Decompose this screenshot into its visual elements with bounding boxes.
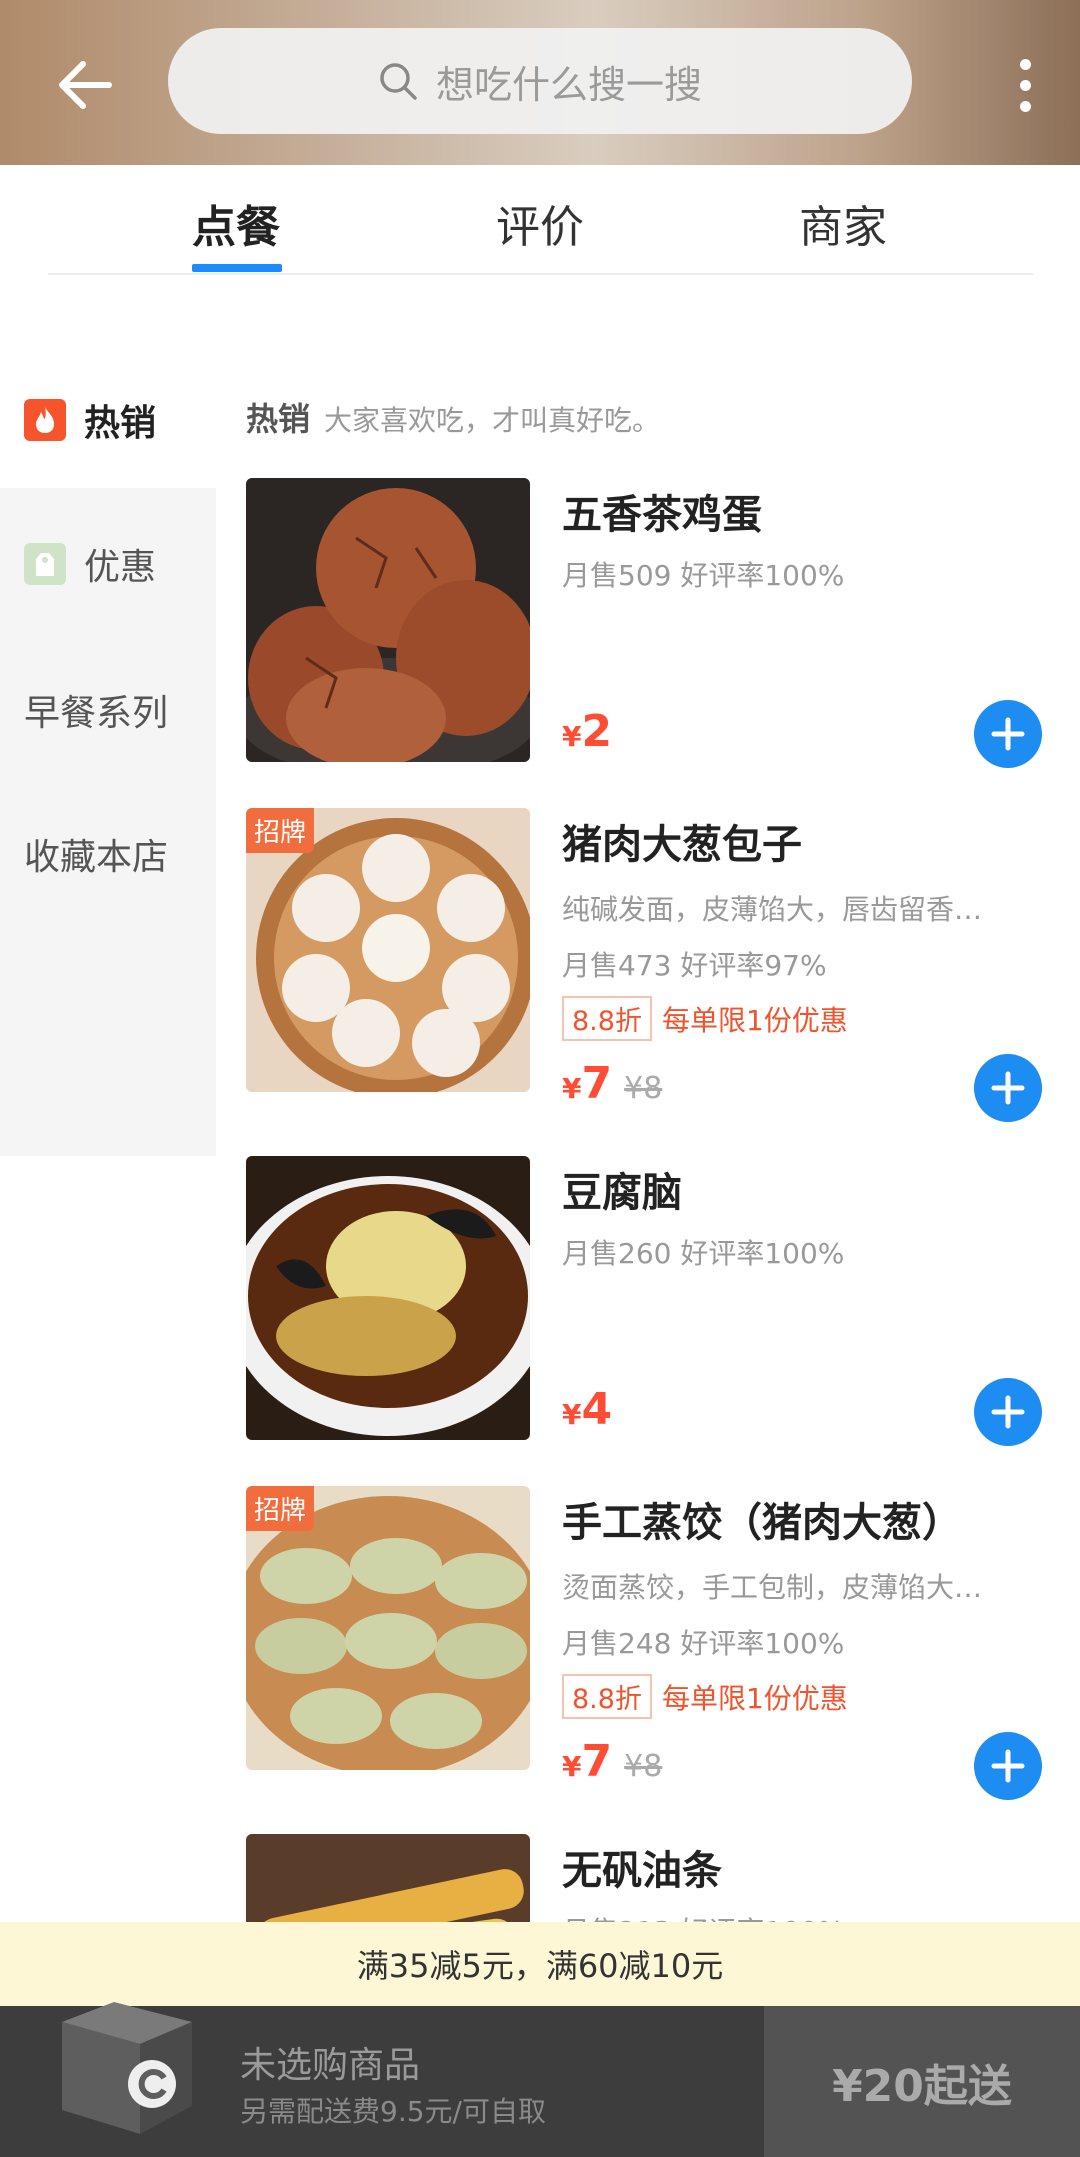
item-description: 烫面蒸饺，手工包制，皮薄馅大…: [562, 1571, 983, 1604]
tea-egg-image: [246, 478, 530, 762]
item-name: 五香茶鸡蛋: [562, 492, 762, 538]
plus-icon: [991, 1071, 1025, 1105]
promo-text: 每单限1份优惠: [661, 1681, 848, 1715]
promo-text: 每单限1份优惠: [661, 1003, 848, 1037]
item-stats: 月售473 好评率97%: [562, 949, 827, 982]
more-dot-icon: [1019, 79, 1031, 91]
sidebar-item-favorite[interactable]: 收藏本店: [24, 828, 168, 880]
add-to-cart-button[interactable]: [974, 1378, 1042, 1446]
discount-badge: 8.8折: [562, 996, 652, 1041]
add-to-cart-button[interactable]: [974, 1054, 1042, 1122]
plus-icon: [991, 717, 1025, 751]
delivery-fee: 另需配送费9.5元/可自取: [240, 2095, 546, 2128]
cart-status: 未选购商品: [240, 2045, 421, 2086]
fried-dough-image: [246, 1834, 530, 1922]
section-title: 热销: [246, 400, 311, 438]
section-description: 大家喜欢吃，才叫真好吃。: [324, 404, 661, 437]
item-promo: 8.8折 每单限1份优惠: [562, 996, 848, 1041]
back-button[interactable]: [40, 40, 130, 130]
cart-bar: 未选购商品 另需配送费9.5元/可自取 ¥20起送: [0, 2002, 1080, 2157]
current-price: ¥4: [562, 1384, 613, 1435]
fire-icon: [24, 399, 66, 441]
tab-reviews[interactable]: 评价: [496, 191, 584, 255]
item-promo: 8.8折 每单限1份优惠: [562, 1674, 848, 1719]
menu-item[interactable]: 五香茶鸡蛋 月售509 好评率100% ¥2: [246, 478, 1046, 768]
search-icon: [380, 63, 417, 100]
sidebar-item-label: 热销: [84, 403, 157, 444]
signature-badge: 招牌: [246, 1486, 315, 1531]
discount-badge: 8.8折: [562, 1674, 652, 1719]
tab-bar: 点餐 评价 商家: [0, 165, 1080, 275]
steamed-dumpling-image: 招牌: [246, 1486, 530, 1770]
current-price: ¥7: [562, 1736, 613, 1787]
item-name: 无矾油条: [562, 1848, 722, 1894]
search-placeholder: 想吃什么搜一搜: [435, 62, 702, 107]
tab-order[interactable]: 点餐: [192, 191, 280, 255]
divider: [48, 273, 1033, 275]
sidebar-item-label: 收藏本店: [24, 837, 169, 878]
item-description: 纯碱发面，皮薄馅大，唇齿留香…: [562, 893, 983, 926]
menu-item[interactable]: 招牌 手工蒸饺（猪肉大葱） 烫面蒸饺，手工包制，皮薄馅大… 月售248 好评率1…: [246, 1486, 1046, 1800]
plus-icon: [991, 1395, 1025, 1429]
item-stats: 月售260 好评率100%: [562, 1237, 845, 1270]
more-dot-icon: [1019, 100, 1031, 112]
active-tab-indicator: [192, 264, 282, 272]
current-price: ¥7: [562, 1058, 613, 1109]
steamed-bun-image: 招牌: [246, 808, 530, 1092]
original-price: ¥8: [624, 1071, 663, 1106]
sidebar-item-discount[interactable]: 优惠: [24, 538, 156, 590]
item-price: ¥4: [562, 1384, 612, 1435]
section-header: 热销 大家喜欢吃，才叫真好吃。: [246, 394, 660, 440]
tag-icon: [24, 543, 66, 585]
item-price: ¥2: [562, 706, 612, 757]
menu-item[interactable]: 招牌 猪肉大葱包子 纯碱发面，皮薄馅大，唇齿留香… 月售473 好评率97% 8…: [246, 808, 1046, 1122]
current-price: ¥2: [562, 706, 613, 757]
item-name: 猪肉大葱包子: [562, 822, 802, 868]
back-arrow-icon: [59, 61, 112, 109]
item-name: 豆腐脑: [562, 1170, 682, 1216]
sidebar-item-breakfast[interactable]: 早餐系列: [24, 684, 168, 736]
plus-icon: [991, 1749, 1025, 1783]
item-price: ¥7 ¥8: [562, 1736, 662, 1787]
checkout-button[interactable]: ¥20起送: [764, 2006, 1080, 2157]
cart-box-icon[interactable]: [52, 1986, 196, 2136]
tofu-pudding-image: [246, 1156, 530, 1440]
item-stats: 月售213 好评率100%: [562, 1910, 844, 1922]
add-to-cart-button[interactable]: [974, 700, 1042, 768]
original-price: ¥8: [624, 1749, 663, 1784]
more-options-button[interactable]: [990, 40, 1060, 130]
item-stats: 月售248 好评率100%: [562, 1627, 845, 1660]
shop-header: 想吃什么搜一搜: [0, 0, 1080, 165]
sidebar-item-label: 优惠: [84, 547, 157, 588]
item-stats: 月售509 好评率100%: [562, 559, 845, 592]
item-price: ¥7 ¥8: [562, 1058, 662, 1109]
add-to-cart-button[interactable]: [974, 1732, 1042, 1800]
sidebar-item-hot[interactable]: 热销: [24, 394, 156, 446]
sidebar-item-label: 早餐系列: [24, 693, 169, 734]
menu-item[interactable]: 无矾油条 月售213 好评率100%: [246, 1834, 1046, 1922]
menu-item[interactable]: 豆腐脑 月售260 好评率100% ¥4: [246, 1156, 1046, 1446]
item-name: 手工蒸饺（猪肉大葱）: [562, 1500, 962, 1546]
search-input[interactable]: 想吃什么搜一搜: [168, 28, 912, 134]
tab-merchant[interactable]: 商家: [799, 191, 887, 255]
more-dot-icon: [1019, 58, 1031, 70]
signature-badge: 招牌: [246, 808, 315, 853]
